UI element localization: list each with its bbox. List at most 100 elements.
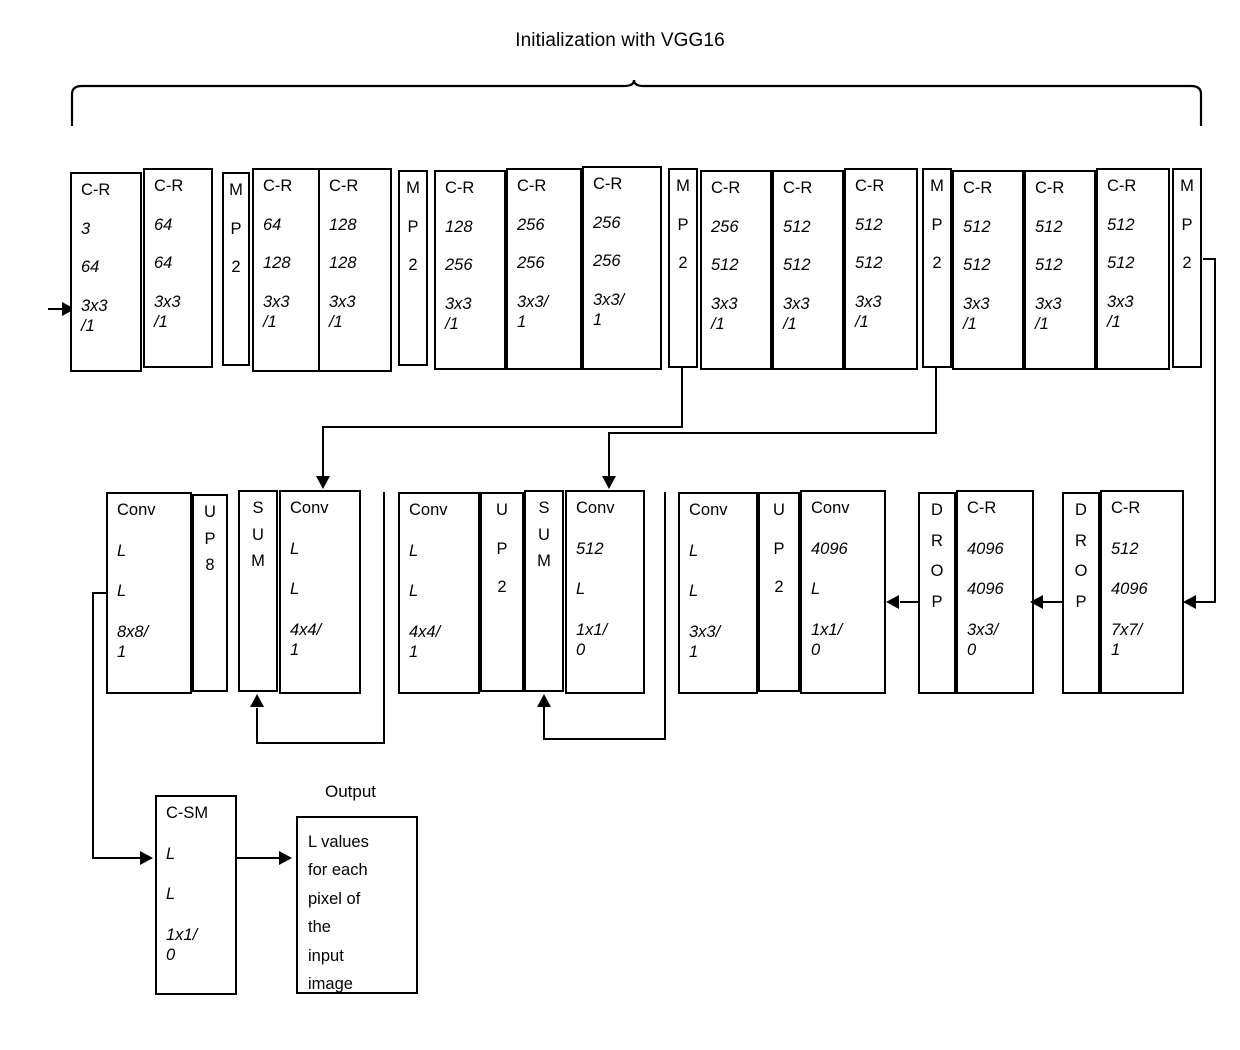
fc6-to-dropa-h (1042, 601, 1064, 603)
block-conv5_2[interactable]: C-R 512 512 3x3 /1 (1024, 170, 1096, 370)
fc6-to-dropa-arrow (1030, 595, 1043, 609)
block-c-sm[interactable]: C-SM L L 1x1/ 0 (155, 795, 237, 995)
page-title: Initialization with VGG16 (515, 30, 725, 51)
diagram-canvas: Initialization with VGG16 C-R 3 64 3x3 /… (0, 0, 1240, 1050)
pool-letter-p: P (230, 219, 242, 238)
block-conv4_1[interactable]: C-R 256 512 3x3 /1 (700, 170, 772, 370)
block-conv-s4[interactable]: Conv 512 L 1x1/ 0 (565, 490, 645, 694)
output-box[interactable]: L values for each pixel of the input ima… (296, 816, 418, 994)
block-stride: 1 (689, 643, 699, 661)
block-fc7[interactable]: C-R 4096 4096 3x3/ 0 (956, 490, 1034, 694)
block-stride: /1 (711, 315, 725, 333)
block-pool4[interactable]: M P 2 (922, 168, 952, 368)
drop-letter-r: R (1075, 531, 1087, 550)
block-label: C-R (81, 181, 111, 199)
block-conv2_2[interactable]: C-R 128 128 3x3 /1 (318, 168, 392, 372)
block-conv4_2[interactable]: C-R 512 512 3x3 /1 (772, 170, 844, 370)
block-conv1_1[interactable]: C-R 3 64 3x3 /1 (70, 172, 142, 372)
block-kernel: 3x3/ (593, 290, 625, 309)
block-fc6[interactable]: C-R 512 4096 7x7/ 1 (1100, 490, 1184, 694)
block-kernel: 3x3 (711, 294, 738, 313)
block-conv-skip5[interactable]: Conv L L 3x3/ 1 (678, 492, 758, 694)
block-sum-mid[interactable]: S U M (524, 490, 564, 692)
block-conv-score[interactable]: Conv 4096 L 1x1/ 0 (800, 490, 886, 694)
block-out-ch: 512 (783, 256, 811, 274)
block-label: C-R (963, 179, 993, 197)
block-sum-left[interactable]: S U M (238, 490, 278, 692)
block-up2-b[interactable]: U P 2 (758, 492, 800, 692)
block-out-ch: 256 (445, 256, 473, 274)
block-in-ch: 128 (445, 217, 473, 236)
block-drop-a[interactable]: D R O P (918, 492, 956, 694)
block-out-ch: 512 (963, 256, 991, 274)
block-pool3[interactable]: M P 2 (668, 168, 698, 368)
output-line: pixel of (308, 889, 361, 908)
block-stride: /1 (963, 315, 977, 333)
block-label: C-R (517, 177, 547, 195)
block-in-ch: L (409, 541, 419, 560)
block-kernel: 3x3 (445, 294, 472, 313)
block-conv3_1[interactable]: C-R 128 256 3x3 /1 (434, 170, 506, 370)
pool-letter-m: M (930, 177, 944, 195)
block-label: C-R (1111, 499, 1141, 517)
block-kernel: 3x3/ (689, 622, 721, 641)
block-out-ch: 512 (1107, 254, 1135, 272)
block-stride: /1 (1107, 313, 1121, 331)
pool-factor: 2 (231, 258, 241, 276)
block-stride: 1 (117, 643, 127, 661)
block-conv-skip3[interactable]: Conv L L 8x8/ 1 (106, 492, 192, 694)
block-stride: /1 (1035, 315, 1049, 333)
block-label: C-R (855, 177, 885, 195)
block-out-ch: 128 (263, 254, 291, 272)
sum-letter-m: M (251, 552, 265, 570)
drop-letter-o: O (930, 562, 944, 580)
block-stride: /1 (783, 315, 797, 333)
block-in-ch: L (166, 844, 176, 863)
block-stride: /1 (855, 313, 869, 331)
block-conv5_1[interactable]: C-R 512 512 3x3 /1 (952, 170, 1024, 370)
block-up8[interactable]: U P 8 (192, 494, 228, 692)
block-in-ch: L (290, 539, 300, 558)
pool-factor: 2 (678, 254, 688, 272)
block-stride: 0 (811, 641, 821, 659)
block-stride: 0 (576, 641, 586, 659)
skip4-to-sumleft-v2 (256, 708, 258, 742)
block-conv5_3[interactable]: C-R 512 512 3x3 /1 (1096, 168, 1170, 370)
block-conv1_2[interactable]: C-R 64 64 3x3 /1 (143, 168, 213, 368)
block-pool2[interactable]: M P 2 (398, 170, 428, 366)
block-conv-skip4[interactable]: Conv L L 4x4/ 1 (398, 492, 480, 694)
block-kernel: 3x3 (855, 292, 882, 311)
block-out-ch: L (166, 885, 176, 903)
block-label: C-R (967, 499, 997, 517)
dropb-to-score-h (900, 601, 920, 603)
pool5-to-fc6-arrow (1183, 595, 1196, 609)
block-pool1[interactable]: M P 2 (222, 172, 250, 366)
skip3-to-csm-h-bot (92, 857, 144, 859)
block-up2-a[interactable]: U P 2 (480, 492, 524, 692)
block-out-ch: 512 (711, 256, 739, 274)
block-label: Conv (811, 499, 850, 517)
block-stride: /1 (445, 315, 459, 333)
block-in-ch: 512 (576, 539, 604, 558)
block-in-ch: 64 (154, 215, 173, 234)
pool-factor: 2 (1182, 254, 1192, 272)
sum-letter-m: M (537, 552, 551, 570)
skip3-to-csm-arrow (140, 851, 153, 865)
up-factor: 2 (774, 578, 784, 596)
block-kernel: 3x3 (963, 294, 990, 313)
sum-letter-s: S (252, 499, 264, 517)
block-label: C-R (329, 177, 359, 195)
block-drop-b[interactable]: D R O P (1062, 492, 1100, 694)
skip-pool4-h (608, 432, 937, 434)
block-pool5[interactable]: M P 2 (1172, 168, 1202, 368)
pool-letter-p: P (407, 217, 419, 236)
block-conv-s3[interactable]: Conv L L 4x4/ 1 (279, 490, 361, 694)
block-in-ch: 512 (1107, 215, 1135, 234)
up-letter-p: P (773, 539, 785, 558)
block-conv3_2[interactable]: C-R 256 256 3x3/ 1 (506, 168, 582, 370)
block-conv2_1[interactable]: C-R 64 128 3x3 /1 (252, 168, 320, 372)
block-conv4_3[interactable]: C-R 512 512 3x3 /1 (844, 168, 918, 370)
up-letter-u: U (204, 503, 216, 521)
block-label: Conv (409, 501, 448, 519)
block-conv3_3[interactable]: C-R 256 256 3x3/ 1 (582, 166, 662, 370)
